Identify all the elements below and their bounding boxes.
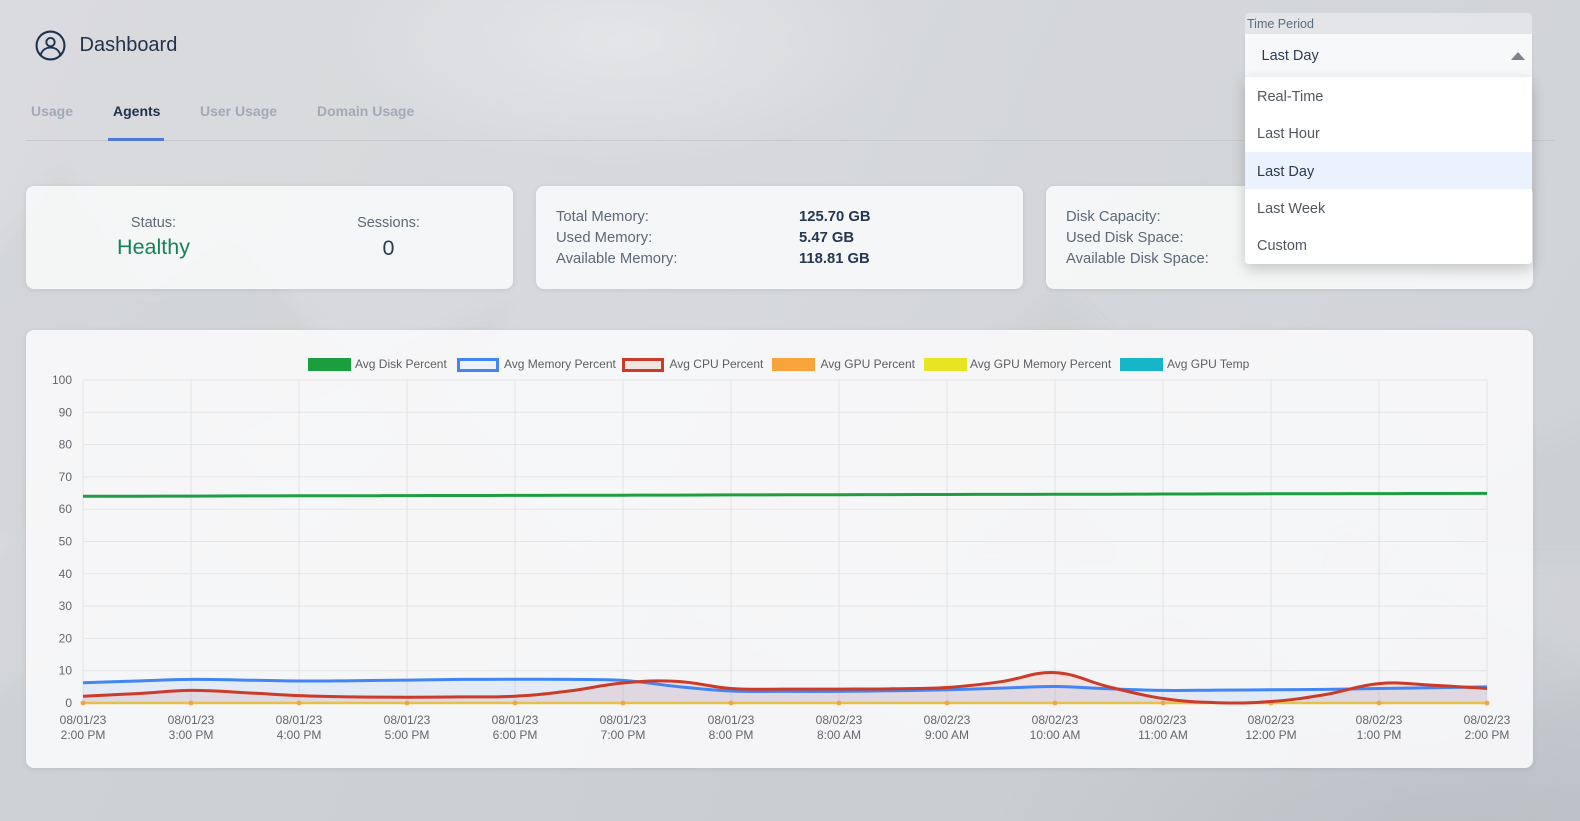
svg-text:12:00 PM: 12:00 PM [1245,728,1296,742]
svg-text:20: 20 [59,631,73,645]
svg-text:4:00 PM: 4:00 PM [277,728,322,742]
svg-text:8:00 PM: 8:00 PM [709,728,754,742]
svg-text:08/01/23: 08/01/23 [60,713,107,727]
svg-text:08/02/23: 08/02/23 [816,713,863,727]
svg-text:10: 10 [59,664,73,678]
svg-text:2:00 PM: 2:00 PM [1465,728,1510,742]
svg-text:3:00 PM: 3:00 PM [169,728,214,742]
svg-text:10:00 AM: 10:00 AM [1030,728,1081,742]
svg-text:2:00 PM: 2:00 PM [61,728,106,742]
svg-text:08/02/23: 08/02/23 [1248,713,1295,727]
svg-text:40: 40 [59,567,73,581]
svg-text:6:00 PM: 6:00 PM [493,728,538,742]
svg-text:90: 90 [59,405,73,419]
svg-text:8:00 AM: 8:00 AM [817,728,861,742]
svg-text:5:00 PM: 5:00 PM [385,728,430,742]
svg-text:70: 70 [59,470,73,484]
svg-text:08/02/23: 08/02/23 [924,713,971,727]
svg-text:11:00 AM: 11:00 AM [1138,728,1188,742]
svg-text:08/02/23: 08/02/23 [1464,713,1511,727]
svg-text:08/02/23: 08/02/23 [1356,713,1403,727]
svg-text:1:00 PM: 1:00 PM [1357,728,1402,742]
svg-text:08/02/23: 08/02/23 [1140,713,1187,727]
svg-text:08/01/23: 08/01/23 [384,713,431,727]
svg-text:50: 50 [59,535,73,549]
svg-text:30: 30 [59,599,73,613]
svg-text:60: 60 [59,502,73,516]
svg-text:9:00 AM: 9:00 AM [925,728,969,742]
svg-text:7:00 PM: 7:00 PM [601,728,646,742]
svg-text:0: 0 [65,696,72,710]
svg-text:08/01/23: 08/01/23 [708,713,755,727]
svg-text:08/01/23: 08/01/23 [600,713,647,727]
svg-text:08/01/23: 08/01/23 [276,713,323,727]
svg-text:08/01/23: 08/01/23 [168,713,215,727]
svg-text:80: 80 [59,438,73,452]
svg-text:08/01/23: 08/01/23 [492,713,539,727]
svg-text:08/02/23: 08/02/23 [1032,713,1079,727]
svg-text:100: 100 [52,373,72,387]
